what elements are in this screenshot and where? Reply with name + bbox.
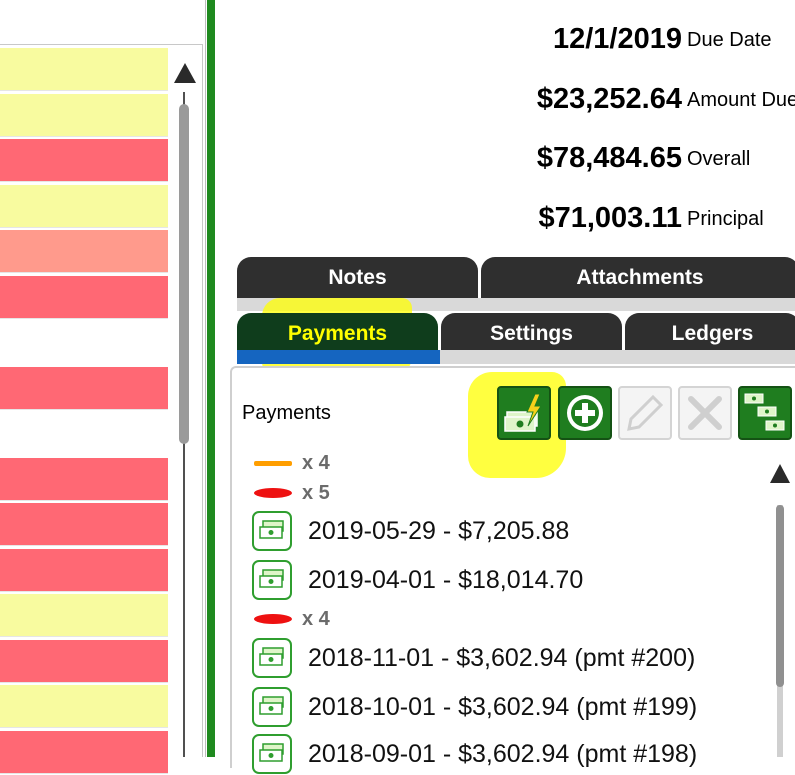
orange-line-marker xyxy=(254,460,292,466)
summary-value: $78,484.65 xyxy=(536,142,682,174)
summary-principal: $71,003.11 Principal xyxy=(500,201,795,241)
list-row[interactable] xyxy=(0,275,168,319)
legend-count: x 4 xyxy=(302,607,330,630)
payments-heading: Payments xyxy=(242,402,331,424)
tab-payments[interactable]: Payments xyxy=(237,313,438,355)
panel-divider[interactable] xyxy=(205,0,217,757)
active-tab-indicator xyxy=(237,350,440,364)
summary-value: $71,003.11 xyxy=(538,202,682,234)
summary-value: 12/1/2019 xyxy=(552,23,682,55)
list-row[interactable] xyxy=(0,639,168,683)
list-row[interactable] xyxy=(0,730,168,774)
payment-item[interactable]: 2019-05-29 - $7,205.88 xyxy=(252,510,569,552)
payment-text: 2018-11-01 - $3,602.94 (pmt #200) xyxy=(308,643,696,672)
payment-item[interactable]: 2018-10-01 - $3,602.94 (pmt #199) xyxy=(252,686,697,728)
tab-notes[interactable]: Notes xyxy=(237,257,478,299)
tab-settings[interactable]: Settings xyxy=(441,313,622,355)
add-icon xyxy=(567,395,603,431)
summary-label: Amount Due xyxy=(687,89,795,111)
list-row[interactable] xyxy=(0,503,168,546)
summary-label: Principal xyxy=(687,208,764,230)
scrollbar-thumb[interactable] xyxy=(179,104,189,444)
scrollbar-thumb[interactable] xyxy=(776,505,784,687)
legend-row: x 4 xyxy=(254,607,330,631)
payment-text: 2019-05-29 - $7,205.88 xyxy=(308,516,570,545)
legend-row: x 5 xyxy=(254,481,330,505)
list-row[interactable] xyxy=(0,412,168,454)
payment-item[interactable]: 2018-09-01 - $3,602.94 (pmt #198) xyxy=(252,733,697,775)
red-oval-marker xyxy=(254,614,292,624)
payment-text: 2019-04-01 - $18,014.70 xyxy=(308,565,584,594)
delete-payment-button[interactable] xyxy=(678,386,732,440)
summary-amount-due: $23,252.64 Amount Due xyxy=(500,82,795,122)
list-row[interactable] xyxy=(0,457,168,501)
add-payment-button[interactable] xyxy=(558,386,612,440)
list-row[interactable] xyxy=(0,48,168,91)
list-top-border xyxy=(0,44,203,45)
list-row[interactable] xyxy=(0,139,168,182)
multiple-payments-icon xyxy=(744,393,785,431)
payment-item[interactable]: 2019-04-01 - $18,014.70 xyxy=(252,559,583,601)
quick-pay-button[interactable] xyxy=(497,386,551,440)
list-row[interactable] xyxy=(0,366,168,410)
delete-icon xyxy=(688,396,722,430)
payment-text: 2018-10-01 - $3,602.94 (pmt #199) xyxy=(308,692,698,721)
legend-count: x 5 xyxy=(302,481,330,504)
list-row[interactable] xyxy=(0,321,168,363)
summary-label: Overall xyxy=(687,148,751,170)
list-row[interactable] xyxy=(0,184,168,228)
multiple-payments-button[interactable] xyxy=(738,386,792,440)
payment-item[interactable]: 2018-11-01 - $3,602.94 (pmt #200) xyxy=(252,637,695,679)
money-icon xyxy=(252,638,292,678)
tab-row-separator xyxy=(440,350,795,364)
list-right-border xyxy=(202,44,203,757)
list-row[interactable] xyxy=(0,594,168,637)
summary-overall: $78,484.65 Overall xyxy=(500,141,795,181)
money-icon xyxy=(252,560,292,600)
scroll-up-icon[interactable] xyxy=(172,60,198,86)
record-list-panel xyxy=(0,0,205,774)
legend-count: x 4 xyxy=(302,451,330,474)
money-icon xyxy=(252,687,292,727)
list-row[interactable] xyxy=(0,548,168,592)
list-row[interactable] xyxy=(0,230,168,273)
money-icon xyxy=(252,511,292,551)
payment-text: 2018-09-01 - $3,602.94 (pmt #198) xyxy=(308,739,698,768)
tab-attachments[interactable]: Attachments xyxy=(481,257,795,299)
list-row[interactable] xyxy=(0,93,168,137)
red-oval-marker xyxy=(254,488,292,498)
list-row[interactable] xyxy=(0,685,168,728)
summary-value: $23,252.64 xyxy=(536,83,682,115)
summary-label: Due Date xyxy=(687,29,772,51)
edit-icon xyxy=(627,394,664,431)
money-icon xyxy=(252,734,292,774)
edit-payment-button[interactable] xyxy=(618,386,672,440)
legend-row: x 4 xyxy=(254,451,330,475)
summary-due-date: 12/1/2019 Due Date xyxy=(500,22,795,62)
tab-ledgers[interactable]: Ledgers xyxy=(625,313,795,355)
quick-pay-icon xyxy=(504,393,542,432)
scroll-up-icon[interactable] xyxy=(768,461,792,485)
